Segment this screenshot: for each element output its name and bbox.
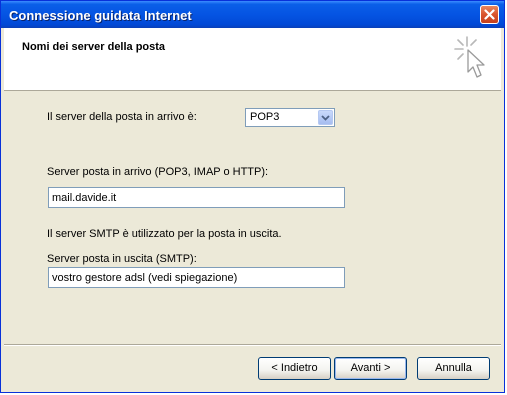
outgoing-server-input[interactable] [49, 268, 344, 287]
incoming-type-select[interactable]: POP3 [245, 108, 335, 127]
title-bar[interactable]: Connessione guidata Internet [1, 1, 504, 28]
wizard-cursor-icon [454, 36, 485, 78]
outgoing-server-label: Server posta in uscita (SMTP): [47, 253, 197, 265]
incoming-server-field[interactable] [48, 187, 345, 208]
close-icon [484, 9, 495, 20]
smtp-info-text: Il server SMTP è utilizzato per la posta… [47, 228, 282, 240]
outgoing-server-field[interactable] [48, 267, 345, 288]
incoming-server-input[interactable] [49, 188, 344, 207]
next-button[interactable]: Avanti > [334, 357, 407, 380]
wizard-window: Connessione guidata Internet Nomi dei se… [0, 0, 505, 393]
dropdown-button[interactable] [318, 110, 333, 125]
incoming-type-value: POP3 [250, 111, 280, 123]
chevron-down-icon [321, 115, 330, 121]
incoming-type-label: Il server della posta in arrivo è: [47, 111, 197, 123]
close-button[interactable] [480, 5, 499, 24]
window-title: Connessione guidata Internet [9, 8, 192, 23]
cancel-button[interactable]: Annulla [417, 357, 490, 380]
back-button[interactable]: < Indietro [258, 357, 331, 380]
footer-divider [4, 344, 501, 346]
page-title: Nomi dei server della posta [22, 41, 166, 53]
incoming-server-label: Server posta in arrivo (POP3, IMAP o HTT… [47, 166, 269, 178]
wizard-header: Nomi dei server della posta [4, 28, 501, 91]
